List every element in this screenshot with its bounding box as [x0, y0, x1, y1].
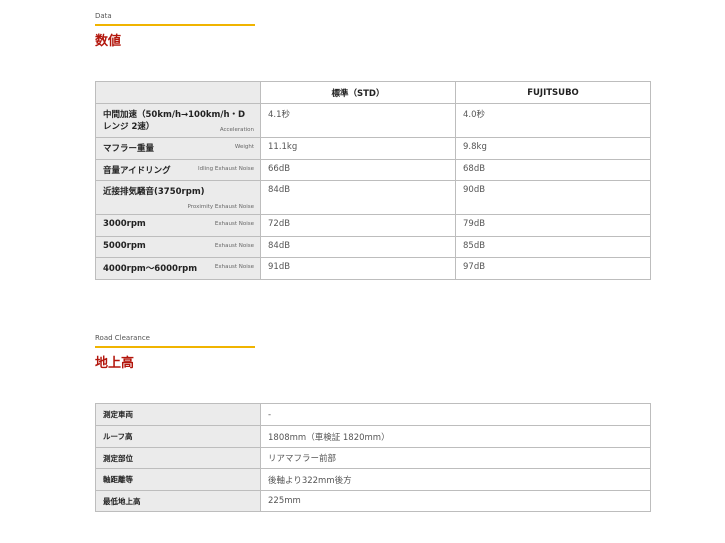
std-value: 4.1秒 — [260, 103, 456, 138]
clearance-label: 測定部位 — [95, 447, 261, 469]
table-row: 5000rpm Exhaust Noise 84dB 85dB — [95, 236, 651, 258]
clearance-label: 測定車両 — [95, 403, 261, 426]
row-label-cell: マフラー重量 Weight — [95, 137, 261, 160]
data-section-header: Data 数値 — [95, 12, 255, 49]
table-row: 4000rpm〜6000rpm Exhaust Noise 91dB 97dB — [95, 257, 651, 280]
header-cell-empty — [95, 81, 261, 104]
row-label: 3000rpm — [103, 219, 146, 229]
clearance-value: 1808mm（車検証 1820mm） — [260, 425, 651, 448]
clearance-label: 軸距離等 — [95, 468, 261, 491]
clearance-value: 225mm — [260, 490, 651, 512]
table-row: マフラー重量 Weight 11.1kg 9.8kg — [95, 137, 651, 160]
header-cell-fujitsubo: FUJITSUBO — [455, 81, 651, 104]
std-value: 84dB — [260, 180, 456, 215]
fujitsubo-value: 79dB — [455, 214, 651, 237]
row-label-cell: 近接排気騒音(3750rpm) Proximity Exhaust Noise — [95, 180, 261, 215]
std-value: 84dB — [260, 236, 456, 258]
std-value: 91dB — [260, 257, 456, 280]
table-row: 最低地上高 225mm — [95, 490, 651, 512]
row-label-cell: 中間加速（50km/h→100km/h・Dレンジ 2速） Acceleratio… — [95, 103, 261, 138]
std-value: 72dB — [260, 214, 456, 237]
row-label-cell: 3000rpm Exhaust Noise — [95, 214, 261, 237]
table-row: 中間加速（50km/h→100km/h・Dレンジ 2速） Acceleratio… — [95, 103, 651, 138]
fujitsubo-value: 68dB — [455, 159, 651, 181]
row-sublabel: Exhaust Noise — [214, 221, 254, 227]
row-label: 音量アイドリング — [103, 166, 171, 176]
row-sublabel: Idling Exhaust Noise — [198, 166, 254, 172]
fujitsubo-value: 9.8kg — [455, 137, 651, 160]
clearance-value: - — [260, 403, 651, 426]
row-sublabel: Exhaust Noise — [214, 243, 254, 249]
header-cell-std: 標準（STD） — [260, 81, 456, 104]
clearance-value: 後軸より322mm後方 — [260, 468, 651, 491]
table-row: 近接排気騒音(3750rpm) Proximity Exhaust Noise … — [95, 180, 651, 215]
row-sublabel: Acceleration — [219, 127, 254, 133]
table-row: 測定車両 - — [95, 403, 651, 426]
fujitsubo-value: 4.0秒 — [455, 103, 651, 138]
table-row: 測定部位 リアマフラー前部 — [95, 447, 651, 469]
clearance-table: 測定車両 - ルーフ高 1808mm（車検証 1820mm） 測定部位 リアマフ… — [95, 403, 651, 512]
data-table: 標準（STD） FUJITSUBO 中間加速（50km/h→100km/h・Dレ… — [95, 81, 651, 280]
fujitsubo-value: 85dB — [455, 236, 651, 258]
clearance-label: 最低地上高 — [95, 490, 261, 512]
clearance-value: リアマフラー前部 — [260, 447, 651, 469]
fujitsubo-value: 97dB — [455, 257, 651, 280]
row-label: マフラー重量 — [103, 144, 155, 154]
table-row: 3000rpm Exhaust Noise 72dB 79dB — [95, 214, 651, 237]
data-table-header-row: 標準（STD） FUJITSUBO — [95, 81, 651, 104]
data-heading: 数値 — [95, 34, 122, 49]
row-label: 4000rpm〜6000rpm — [103, 264, 198, 274]
table-row: ルーフ高 1808mm（車検証 1820mm） — [95, 425, 651, 448]
std-value: 66dB — [260, 159, 456, 181]
clearance-accent-rule — [95, 346, 255, 348]
row-label: 近接排気騒音(3750rpm) — [103, 187, 205, 197]
row-label-cell: 音量アイドリング Idling Exhaust Noise — [95, 159, 261, 181]
row-sublabel: Weight — [234, 144, 254, 150]
row-label-cell: 5000rpm Exhaust Noise — [95, 236, 261, 258]
row-label: 5000rpm — [103, 241, 146, 251]
table-row: 音量アイドリング Idling Exhaust Noise 66dB 68dB — [95, 159, 651, 181]
clearance-eyebrow: Road Clearance — [95, 334, 150, 342]
fujitsubo-value: 90dB — [455, 180, 651, 215]
data-accent-rule — [95, 24, 255, 26]
clearance-heading: 地上高 — [95, 356, 135, 371]
data-eyebrow: Data — [95, 12, 112, 20]
row-sublabel: Exhaust Noise — [214, 264, 254, 270]
table-row: 軸距離等 後軸より322mm後方 — [95, 468, 651, 491]
clearance-section-header: Road Clearance 地上高 — [95, 334, 255, 371]
row-label-cell: 4000rpm〜6000rpm Exhaust Noise — [95, 257, 261, 280]
std-value: 11.1kg — [260, 137, 456, 160]
row-sublabel: Proximity Exhaust Noise — [187, 204, 254, 210]
clearance-label: ルーフ高 — [95, 425, 261, 448]
